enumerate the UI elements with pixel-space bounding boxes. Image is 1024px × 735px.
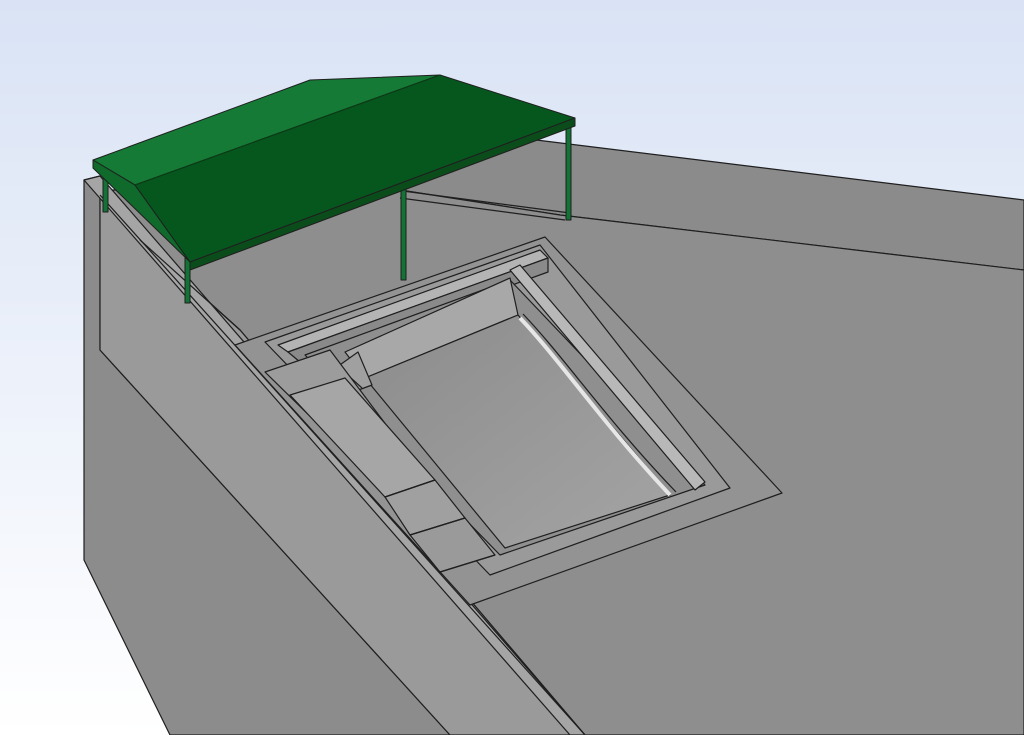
cad-viewport[interactable] — [0, 0, 1024, 735]
pool-model-scene[interactable] — [0, 0, 1024, 735]
canopy-pole-front-left[interactable] — [184, 254, 191, 304]
canopy-pole-front-mid[interactable] — [400, 187, 407, 281]
canopy-pole-back-right[interactable] — [565, 124, 572, 221]
